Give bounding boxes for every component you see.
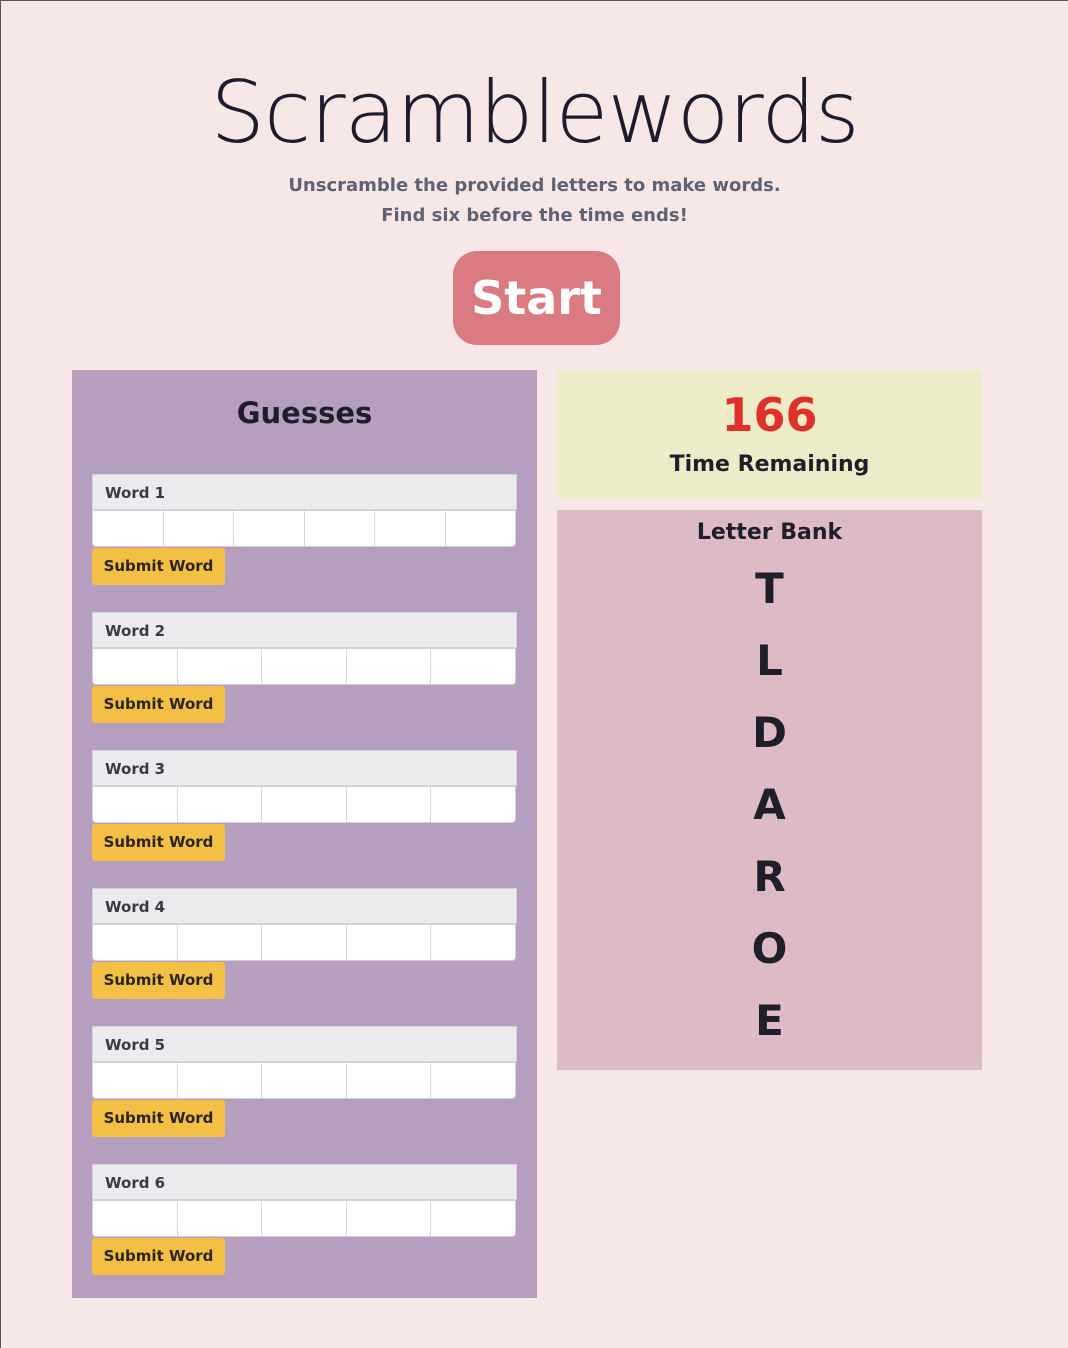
letter-input-cell[interactable] — [262, 1063, 347, 1098]
word-label: Word 2 — [92, 612, 517, 648]
letter-tile[interactable]: O — [557, 924, 982, 973]
letter-input-row — [92, 924, 516, 961]
letter-input-row — [92, 1062, 516, 1099]
submit-word-button[interactable]: Submit Word — [92, 1238, 225, 1275]
letter-input-cell[interactable] — [431, 787, 515, 822]
letter-input-cell[interactable] — [262, 649, 347, 684]
letter-input-cell[interactable] — [431, 925, 515, 960]
letter-input-cell[interactable] — [347, 925, 432, 960]
letter-input-cell[interactable] — [347, 649, 432, 684]
letter-input-cell[interactable] — [431, 1201, 515, 1236]
letter-input-cell[interactable] — [431, 649, 515, 684]
timer-label: Time Remaining — [669, 452, 870, 477]
letter-tile[interactable]: T — [557, 564, 982, 613]
letter-tile[interactable]: A — [557, 780, 982, 829]
letter-input-row — [92, 648, 516, 685]
letter-tile[interactable]: D — [557, 708, 982, 757]
instructions-line-2: Find six before the time ends! — [381, 205, 688, 226]
letter-input-row — [92, 786, 516, 823]
letter-input-cell[interactable] — [93, 1063, 178, 1098]
letter-input-cell[interactable] — [93, 1201, 178, 1236]
letter-input-cell[interactable] — [262, 787, 347, 822]
submit-word-button[interactable]: Submit Word — [92, 548, 225, 585]
guesses-heading: Guesses — [236, 396, 373, 430]
letter-input-cell[interactable] — [262, 1201, 347, 1236]
word-label: Word 1 — [92, 474, 517, 510]
instructions-line-1: Unscramble the provided letters to make … — [288, 175, 781, 196]
word-guess-block: Word 3 Submit Word — [92, 750, 517, 861]
letter-bank-panel: Letter Bank TLDAROE — [557, 510, 982, 1070]
letter-input-cell[interactable] — [431, 1063, 515, 1098]
word-label: Word 4 — [92, 888, 517, 924]
word-guess-block: Word 5 Submit Word — [92, 1026, 517, 1137]
letter-input-cell[interactable] — [93, 925, 178, 960]
submit-word-button[interactable]: Submit Word — [92, 1100, 225, 1137]
letter-input-cell[interactable] — [178, 787, 263, 822]
start-button[interactable]: Start — [453, 251, 620, 345]
letter-input-cell[interactable] — [347, 1063, 432, 1098]
word-guess-block: Word 2 Submit Word — [92, 612, 517, 723]
letter-input-cell[interactable] — [164, 511, 234, 546]
letter-input-cell[interactable] — [234, 511, 305, 546]
letter-input-cell[interactable] — [93, 649, 178, 684]
letter-tile[interactable]: L — [557, 636, 982, 685]
letter-bank-heading: Letter Bank — [696, 520, 843, 545]
submit-word-button[interactable]: Submit Word — [92, 824, 225, 861]
letter-input-cell[interactable] — [93, 787, 178, 822]
letter-input-cell[interactable] — [93, 511, 164, 546]
letter-input-row — [92, 1200, 516, 1237]
word-guess-block: Word 1 Submit Word — [92, 474, 517, 585]
timer-panel: 166 Time Remaining — [557, 370, 982, 498]
letter-tile[interactable]: R — [557, 852, 982, 901]
letter-input-cell[interactable] — [178, 649, 263, 684]
letter-input-cell[interactable] — [178, 1201, 263, 1236]
word-label: Word 3 — [92, 750, 517, 786]
letter-input-cell[interactable] — [347, 787, 432, 822]
word-guess-block: Word 6 Submit Word — [92, 1164, 517, 1275]
submit-word-button[interactable]: Submit Word — [92, 686, 225, 723]
guesses-panel: Guesses Word 1 Submit Word Word 2 Submit Wo… — [72, 370, 537, 1298]
letter-input-cell[interactable] — [446, 511, 516, 546]
letter-input-cell[interactable] — [178, 925, 263, 960]
word-label: Word 6 — [92, 1164, 517, 1200]
submit-word-button[interactable]: Submit Word — [92, 962, 225, 999]
page-title: Scramblewords — [210, 63, 859, 163]
letter-input-row — [92, 510, 516, 547]
letter-input-cell[interactable] — [178, 1063, 263, 1098]
word-label: Word 5 — [92, 1026, 517, 1062]
letter-tile[interactable]: E — [557, 996, 982, 1045]
letter-input-cell[interactable] — [305, 511, 375, 546]
letter-input-cell[interactable] — [347, 1201, 432, 1236]
letter-input-cell[interactable] — [262, 925, 347, 960]
letter-input-cell[interactable] — [375, 511, 446, 546]
word-guess-block: Word 4 Submit Word — [92, 888, 517, 999]
timer-value: 166 — [721, 388, 818, 442]
